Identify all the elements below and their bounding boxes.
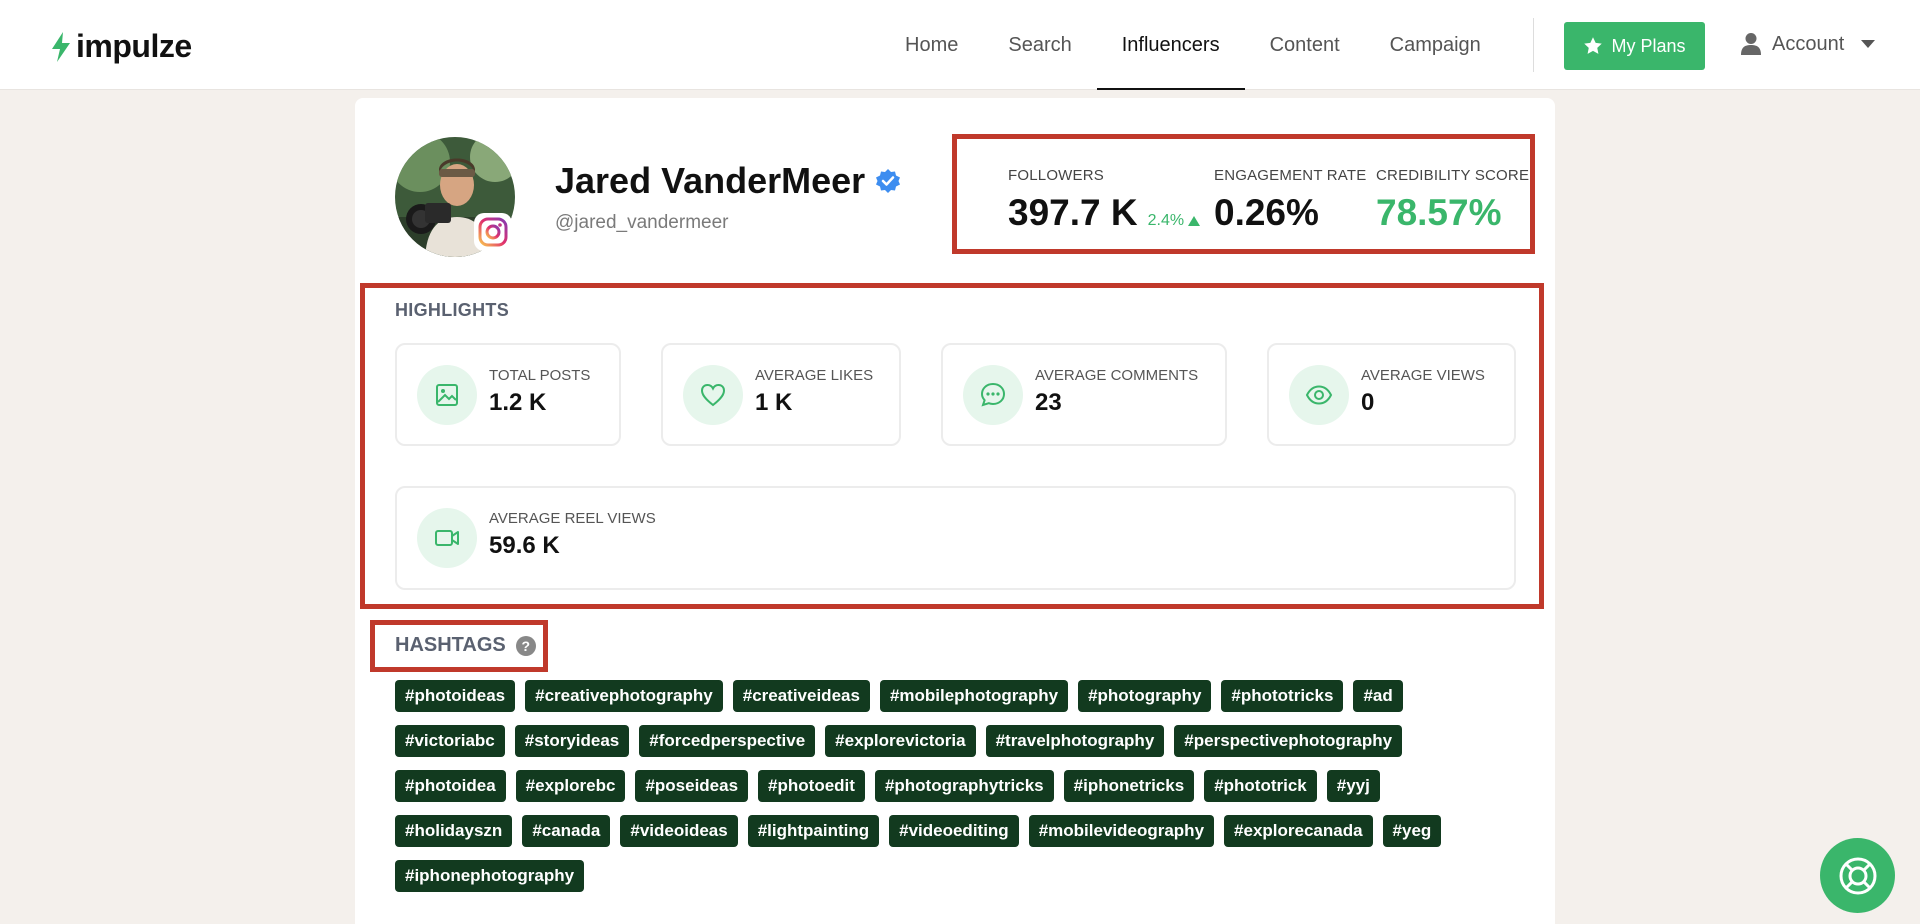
hashtag-chip[interactable]: #explorecanada	[1224, 815, 1373, 847]
support-button[interactable]	[1820, 838, 1895, 913]
hashtag-chip[interactable]: #holidayszn	[395, 815, 513, 847]
highlight-label: AVERAGE REEL VIEWS	[489, 510, 656, 527]
account-label: Account	[1772, 32, 1845, 55]
highlight-label: AVERAGE COMMENTS	[1035, 367, 1199, 384]
nav-campaign[interactable]: Campaign	[1365, 0, 1506, 90]
hashtag-chip[interactable]: #iphonetricks	[1063, 770, 1195, 802]
heart-icon	[683, 365, 743, 425]
growth-value: 2.4%	[1147, 212, 1185, 229]
followers-growth: 2.4%	[1147, 212, 1201, 230]
hashtag-chip[interactable]: #travelphotography	[985, 725, 1165, 757]
credibility-label: CREDIBILITY SCORE	[1376, 167, 1530, 184]
hashtag-chip[interactable]: #photography	[1078, 680, 1212, 712]
highlight-value: 23	[1035, 389, 1062, 416]
chevron-down-icon	[1861, 40, 1876, 48]
highlight-label: TOTAL POSTS	[489, 367, 591, 384]
highlights-title: HIGHLIGHTS	[395, 300, 509, 320]
hashtag-chip[interactable]: #storyideas	[514, 725, 630, 757]
verified-badge-icon	[876, 169, 901, 193]
highlight-average-views: AVERAGE VIEWS 0	[1267, 343, 1516, 446]
hashtag-chip[interactable]: #perspectivephotography	[1174, 725, 1403, 757]
nav-influencers[interactable]: Influencers	[1096, 0, 1245, 90]
hashtag-chip[interactable]: #explorebc	[515, 770, 626, 802]
hashtag-chip[interactable]: #videoediting	[889, 815, 1019, 847]
hashtag-chip[interactable]: #phototricks	[1221, 680, 1344, 712]
highlight-average-comments: AVERAGE COMMENTS 23	[941, 343, 1227, 446]
user-icon	[1741, 33, 1761, 55]
nav-content[interactable]: Content	[1245, 0, 1365, 90]
highlight-average-reel-views: AVERAGE REEL VIEWS 59.6 K	[395, 486, 1516, 590]
key-stats: FOLLOWERS 397.7 K 2.4% ENGAGEMENT RATE 0…	[952, 134, 1535, 254]
hashtag-chip[interactable]: #lightpainting	[747, 815, 880, 847]
hashtags-title: HASHTAGS	[395, 634, 506, 656]
nav-search[interactable]: Search	[983, 0, 1096, 90]
stat-credibility: CREDIBILITY SCORE 78.57%	[1376, 167, 1529, 234]
nav-divider	[1533, 18, 1534, 72]
highlight-label: AVERAGE LIKES	[755, 367, 874, 384]
comment-icon	[963, 365, 1023, 425]
lifebuoy-icon	[1839, 857, 1876, 894]
hashtags-title-row: HASHTAGS ?	[395, 634, 536, 657]
eye-icon	[1289, 365, 1349, 425]
instagram-icon	[474, 213, 512, 251]
star-icon	[1584, 37, 1603, 54]
hashtag-chip[interactable]: #yeg	[1382, 815, 1442, 847]
profile-name: Jared VanderMeer	[555, 160, 866, 201]
highlight-average-likes: AVERAGE LIKES 1 K	[661, 343, 901, 446]
highlight-label: AVERAGE VIEWS	[1361, 367, 1485, 384]
followers-label: FOLLOWERS	[1008, 167, 1104, 184]
logo-text: impulze	[76, 28, 192, 64]
hashtag-list: #photoideas #creativephotography #creative…	[395, 680, 1495, 892]
top-navbar: impulze Home Search Influencers Content …	[0, 0, 1920, 90]
nav-home[interactable]: Home	[880, 0, 983, 90]
engagement-label: ENGAGEMENT RATE	[1214, 167, 1367, 184]
hashtag-chip[interactable]: #photoidea	[395, 770, 506, 802]
hashtag-chip[interactable]: #mobilevideography	[1028, 815, 1215, 847]
bolt-icon	[52, 31, 70, 62]
highlight-value: 1 K	[755, 389, 793, 416]
hashtag-chip[interactable]: #photoideas	[395, 680, 516, 712]
hashtag-chip[interactable]: #explorevictoria	[825, 725, 976, 757]
hashtag-chip[interactable]: #mobilephotography	[879, 680, 1069, 712]
highlight-value: 1.2 K	[489, 389, 547, 416]
help-icon[interactable]: ?	[515, 635, 536, 656]
hashtag-chip[interactable]: #yyj	[1326, 770, 1380, 802]
video-icon	[417, 508, 477, 568]
hashtag-chip[interactable]: #photographytricks	[874, 770, 1054, 802]
hashtag-chip[interactable]: #ad	[1353, 680, 1403, 712]
arrow-up-icon	[1188, 216, 1201, 226]
logo[interactable]: impulze	[50, 28, 192, 65]
my-plans-button[interactable]: My Plans	[1564, 22, 1705, 70]
hashtag-chip[interactable]: #videoideas	[620, 815, 738, 847]
highlight-total-posts: TOTAL POSTS 1.2 K	[395, 343, 621, 446]
followers-value-row: 397.7 K 2.4%	[1008, 192, 1201, 234]
hashtag-chip[interactable]: #photoedit	[758, 770, 865, 802]
hashtag-chip[interactable]: #creativeideas	[732, 680, 870, 712]
main-nav: Home Search Influencers Content Campaign	[880, 0, 1506, 90]
followers-value: 397.7 K	[1008, 192, 1138, 233]
hashtag-chip[interactable]: #poseideas	[635, 770, 749, 802]
highlight-value: 59.6 K	[489, 532, 560, 559]
stat-engagement: ENGAGEMENT RATE 0.26%	[1214, 167, 1366, 234]
profile-handle: @jared_vandermeer	[555, 212, 729, 233]
account-menu[interactable]: Account	[1740, 26, 1876, 62]
hashtag-chip[interactable]: #victoriabc	[395, 725, 505, 757]
image-icon	[417, 365, 477, 425]
hashtag-chip[interactable]: #phototrick	[1204, 770, 1317, 802]
my-plans-label: My Plans	[1611, 35, 1686, 56]
hashtag-chip[interactable]: #iphonephotography	[395, 860, 585, 892]
hashtag-chip[interactable]: #creativephotography	[525, 680, 723, 712]
hashtag-chip[interactable]: #canada	[522, 815, 611, 847]
highlight-value: 0	[1361, 389, 1375, 416]
profile-name-row: Jared VanderMeer	[555, 160, 901, 202]
credibility-value: 78.57%	[1376, 192, 1502, 233]
hashtag-chip[interactable]: #forcedperspective	[639, 725, 816, 757]
stat-followers: FOLLOWERS 397.7 K 2.4%	[1008, 167, 1201, 234]
engagement-value: 0.26%	[1214, 192, 1319, 233]
